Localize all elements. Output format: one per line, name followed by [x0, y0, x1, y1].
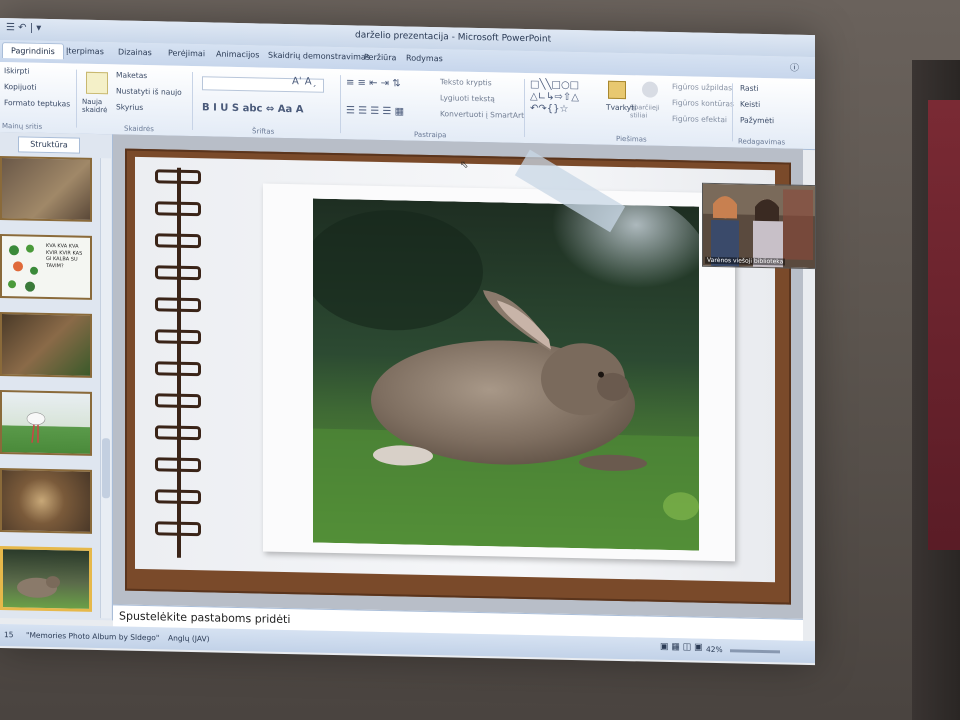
new-slide-button[interactable]: Nauja skaidrė	[82, 98, 112, 115]
group-drawing-label: Piešimas	[616, 134, 647, 144]
group-paragraph-label: Pastraipa	[414, 130, 447, 140]
binding-ring	[155, 361, 201, 377]
list-icons[interactable]: ≡ ≡ ⇤ ⇥ ⇅	[346, 77, 401, 89]
view-buttons[interactable]: ▣ ▦ ◫ ▣	[660, 642, 703, 653]
group-editing-label: Redagavimas	[738, 137, 786, 147]
binding-ring	[155, 489, 201, 505]
binding-ring	[155, 425, 201, 441]
projected-screen: ☰ ↶ | ▾ darželio prezentacija - Microsof…	[0, 18, 816, 666]
tab-home[interactable]: Pagrindinis	[2, 42, 64, 60]
binding-ring	[155, 521, 201, 537]
scrollbar-thumb[interactable]	[102, 438, 110, 499]
text-direction-button[interactable]: Teksto kryptis	[440, 77, 492, 87]
slide-text: KVA KVA KVA KVIR KVIR KAS GI KALBA SU TA…	[46, 242, 83, 269]
ribbon-separator	[192, 72, 193, 131]
slide-canvas[interactable]	[125, 148, 791, 605]
slide-thumbnails-panel: Struktūra KVA KVA KVA KVIR KVIR KAS GI K…	[0, 132, 113, 621]
thumbnails-scrollbar[interactable]	[100, 158, 111, 619]
quick-styles-button[interactable]: Sparčiieji stiliai	[630, 103, 670, 120]
slide-thumbnail[interactable]	[0, 312, 92, 378]
tab-design[interactable]: Dizainas	[118, 47, 152, 57]
slide-thumbnail[interactable]	[0, 468, 92, 534]
new-slide-icon	[86, 71, 108, 95]
replace-button[interactable]: Keisti	[740, 100, 760, 109]
tab-review[interactable]: Peržiūra	[364, 53, 396, 63]
binding-ring	[155, 457, 201, 473]
slide-thumbnail[interactable]	[0, 390, 92, 456]
tab-insert[interactable]: Įterpimas	[66, 46, 104, 56]
select-button[interactable]: Pažymėti	[740, 116, 774, 126]
reset-button[interactable]: Nustatyti iš naujo	[116, 86, 182, 96]
binding-ring	[155, 201, 201, 217]
hare-thumbnail	[17, 576, 60, 598]
stork-illustration	[26, 412, 46, 443]
slide-editor	[113, 134, 803, 619]
video-call-overlay[interactable]: Varėnos viešoji biblioteka	[702, 182, 816, 270]
hare-image	[313, 198, 699, 551]
align-icons[interactable]: ☰ ☰ ☰ ☰ ▦	[346, 105, 404, 117]
slide-thumbnail-selected[interactable]	[0, 546, 92, 612]
window-title: darželio prezentacija - Microsoft PowerP…	[355, 30, 552, 45]
layout-button[interactable]: Maketas	[116, 70, 147, 80]
shape-fill-button[interactable]: Figūros užpildas	[672, 82, 732, 92]
participants-video	[703, 183, 815, 269]
binding-ring	[155, 329, 201, 345]
binding-ring	[155, 169, 201, 185]
tab-view[interactable]: Rodymas	[406, 54, 443, 64]
binding-ring	[155, 233, 201, 249]
outline-tab[interactable]: Struktūra	[18, 136, 80, 154]
slide-thumbnail[interactable]	[0, 156, 92, 222]
group-clipboard-label: Mainų sritis	[2, 122, 43, 131]
tab-slideshow[interactable]: Skaidrių demonstravimas	[268, 51, 370, 62]
ribbon-separator	[732, 83, 733, 142]
smartart-button[interactable]: Konvertuoti į SmartArt	[440, 109, 524, 120]
shape-outline-button[interactable]: Figūros kontūras	[672, 98, 734, 108]
help-icon[interactable]: ⓘ	[790, 61, 799, 74]
quick-access-toolbar[interactable]: ☰ ↶ | ▾	[6, 22, 41, 34]
tab-animations[interactable]: Animacijos	[216, 50, 259, 60]
format-painter-button[interactable]: Formato teptukas	[4, 98, 70, 108]
quick-styles-icon	[642, 81, 658, 98]
slide-number: 15	[4, 630, 14, 640]
copy-button[interactable]: Kopijuoti	[4, 82, 36, 92]
zoom-slider[interactable]	[730, 649, 780, 654]
find-button[interactable]: Rasti	[740, 84, 759, 93]
font-size-grow-icon[interactable]: Aˈ Aˏ	[292, 76, 317, 88]
shape-effects-button[interactable]: Figūros efektai	[672, 114, 727, 124]
group-slides-label: Skaidrės	[124, 124, 154, 134]
room-red-panel	[928, 100, 960, 550]
spiral-binding	[155, 167, 203, 558]
tab-transitions[interactable]: Perėjimai	[168, 49, 205, 59]
photo-album-page	[135, 149, 775, 583]
language-indicator[interactable]: Anglų (JAV)	[168, 634, 210, 644]
ribbon-separator	[524, 78, 525, 137]
photo-card	[263, 183, 735, 562]
align-text-button[interactable]: Lygiuoti tekstą	[440, 93, 495, 103]
zoom-level[interactable]: 42%	[706, 645, 723, 654]
binding-ring	[155, 393, 201, 409]
theme-name: "Memories Photo Album by Sldego"	[26, 630, 160, 643]
hare-photo[interactable]	[313, 198, 699, 551]
cut-button[interactable]: Iškirpti	[4, 66, 29, 76]
shapes-gallery[interactable]: □╲╲□○□ △∟↳⇨⇧△ ↶↷{}☆	[530, 79, 600, 116]
binding-ring	[155, 297, 201, 313]
arrange-icon	[608, 80, 626, 100]
binding-ring	[155, 265, 201, 281]
font-format-icons[interactable]: B I U S abc ⇔ Aa A	[202, 102, 303, 115]
mouse-cursor-icon: ⬁	[460, 159, 469, 171]
group-font-label: Šriftas	[252, 127, 275, 136]
ribbon-separator	[340, 75, 341, 134]
section-button[interactable]: Skyrius	[116, 102, 143, 112]
slide-thumbnail[interactable]: KVA KVA KVA KVIR KVIR KAS GI KALBA SU TA…	[0, 234, 92, 300]
ribbon-separator	[76, 69, 77, 128]
